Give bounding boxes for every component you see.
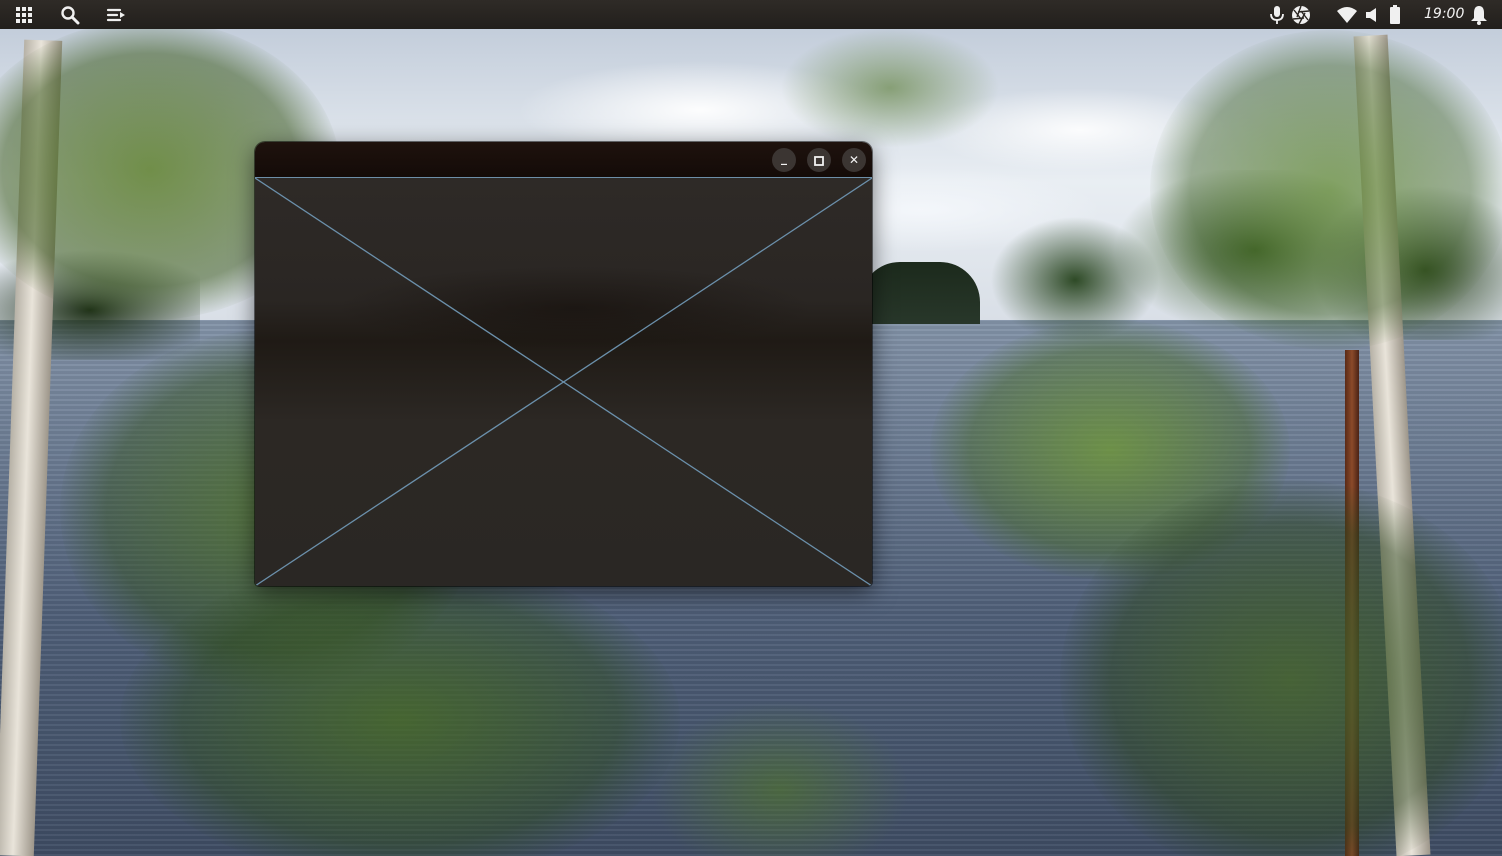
- window-content-placeholder: [255, 178, 872, 586]
- search-icon[interactable]: [59, 4, 81, 26]
- minimize-button[interactable]: _: [772, 148, 796, 172]
- apps-grid-icon[interactable]: [13, 4, 35, 26]
- menu-list-icon[interactable]: [105, 4, 127, 26]
- clock-label[interactable]: 19:00: [1424, 6, 1464, 22]
- minimize-icon: _: [781, 151, 787, 165]
- wallpaper-foliage: [780, 28, 1000, 148]
- maximize-button[interactable]: [807, 148, 831, 172]
- battery-icon[interactable]: [1384, 4, 1406, 26]
- volume-icon[interactable]: [1360, 4, 1382, 26]
- wifi-icon[interactable]: [1336, 4, 1358, 26]
- placeholder-cross: [255, 178, 872, 586]
- camera-shutter-icon[interactable]: [1290, 4, 1312, 26]
- app-window[interactable]: _ ✕: [255, 142, 872, 586]
- microphone-icon[interactable]: [1266, 4, 1288, 26]
- top-panel: 19:00: [0, 0, 1502, 29]
- window-titlebar[interactable]: _ ✕: [255, 142, 872, 178]
- bell-icon[interactable]: [1468, 4, 1490, 26]
- wallpaper-foliage: [1150, 30, 1502, 350]
- close-icon: ✕: [848, 153, 860, 167]
- close-button[interactable]: ✕: [842, 148, 866, 172]
- maximize-icon: [814, 151, 824, 170]
